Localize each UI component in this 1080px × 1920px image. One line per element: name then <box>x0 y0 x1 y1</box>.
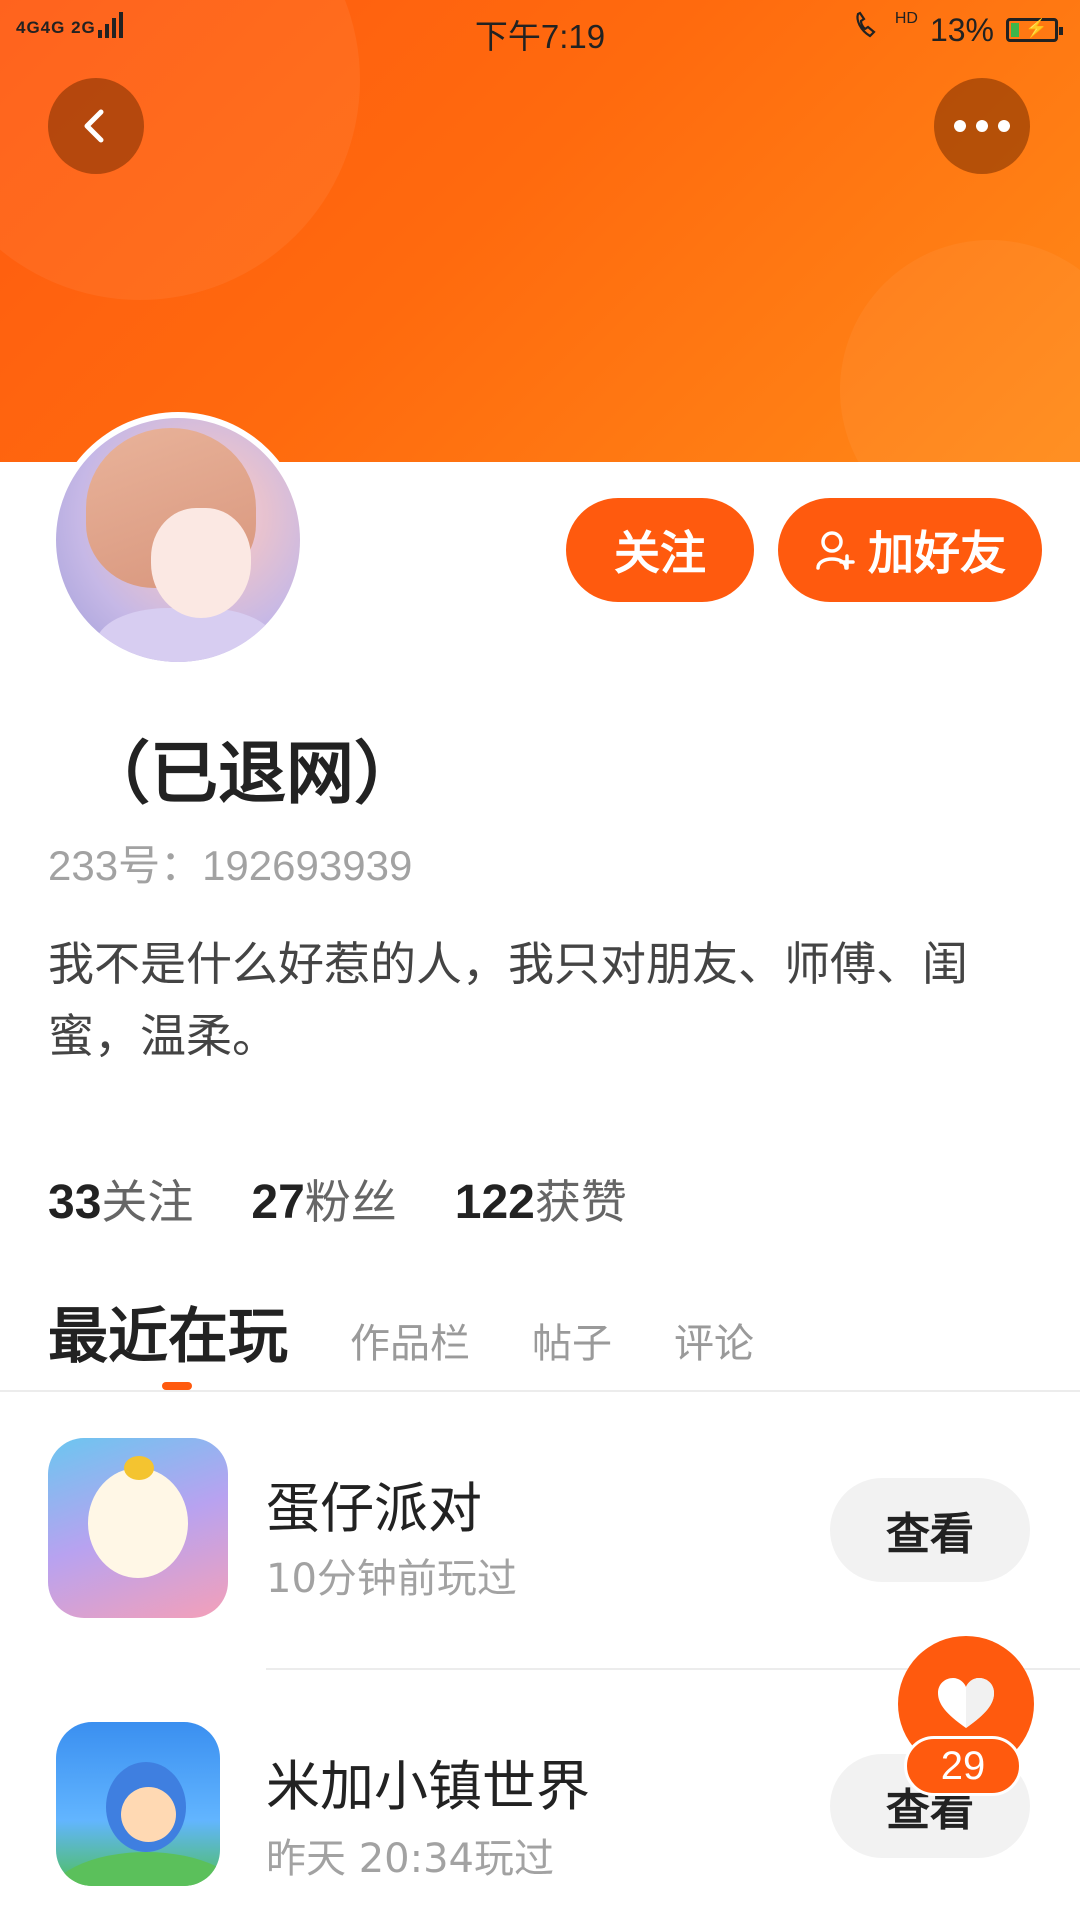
stat-label: 获赞 <box>534 1175 627 1229</box>
profile-stats: 33关注 27粉丝 122获赞 <box>48 1166 627 1232</box>
more-button[interactable] <box>934 78 1030 174</box>
add-friend-button[interactable]: 加好友 <box>778 498 1042 602</box>
battery-icon: ⚡ <box>1006 18 1063 42</box>
stat-label: 粉丝 <box>304 1175 397 1229</box>
heart-icon <box>938 1678 994 1728</box>
tab-works[interactable]: 作品栏 <box>350 1311 470 1369</box>
add-user-icon <box>816 531 855 570</box>
game-last-played: 10分钟前玩过 <box>266 1556 517 1602</box>
bio-text: 我不是什么好惹的人，我只对朋友、师傅、闺蜜，温柔。 <box>48 937 968 1063</box>
avatar-image <box>56 418 300 662</box>
view-label: 查看 <box>886 1509 974 1560</box>
stat-label: 关注 <box>101 1175 194 1229</box>
tab-comments[interactable]: 评论 <box>674 1311 754 1369</box>
back-button[interactable] <box>48 78 144 174</box>
add-friend-label: 加好友 <box>868 526 1006 580</box>
stat-number: 122 <box>454 1176 535 1229</box>
call-hd-icon: HD <box>852 10 918 50</box>
like-count-badge: 29 <box>904 1736 1022 1796</box>
game-icon-eggy-party[interactable] <box>48 1438 228 1618</box>
tab-divider <box>0 1390 1080 1392</box>
stat-likes[interactable]: 122获赞 <box>455 1166 627 1232</box>
profile-tabs: 最近在玩 作品栏 帖子 评论 <box>48 1288 754 1375</box>
status-bar: 4G4G 2G 下午7:19 HD 13% ⚡ <box>0 0 1080 60</box>
hd-label: HD <box>894 10 918 27</box>
stat-fans[interactable]: 27粉丝 <box>251 1166 396 1232</box>
game-title: 蛋仔派对 <box>266 1477 482 1540</box>
active-tab-indicator <box>162 1382 192 1390</box>
profile-banner <box>0 0 1080 462</box>
stat-number: 27 <box>251 1176 305 1229</box>
view-button[interactable]: 查看 <box>830 1478 1030 1582</box>
game-title: 米加小镇世界 <box>266 1755 590 1818</box>
battery-percent: 13% <box>929 11 994 48</box>
more-dots-icon <box>954 120 1010 132</box>
stat-following[interactable]: 33关注 <box>48 1166 193 1232</box>
nickname: （已退网） <box>82 735 423 814</box>
game-last-played: 昨天 20:34玩过 <box>266 1836 554 1882</box>
chevron-left-icon <box>84 109 104 143</box>
stat-number: 33 <box>48 1176 102 1229</box>
follow-label: 关注 <box>614 526 706 580</box>
user-id: 233号：192693939 <box>48 842 413 889</box>
follow-button[interactable]: 关注 <box>566 498 754 602</box>
tab-posts[interactable]: 帖子 <box>532 1311 612 1369</box>
list-item[interactable]: 蛋仔派对 10分钟前玩过 查看 <box>0 1420 1080 1640</box>
game-icon-miga-town[interactable] <box>56 1722 220 1886</box>
tab-recent-play[interactable]: 最近在玩 <box>48 1288 288 1375</box>
avatar[interactable] <box>50 412 306 668</box>
